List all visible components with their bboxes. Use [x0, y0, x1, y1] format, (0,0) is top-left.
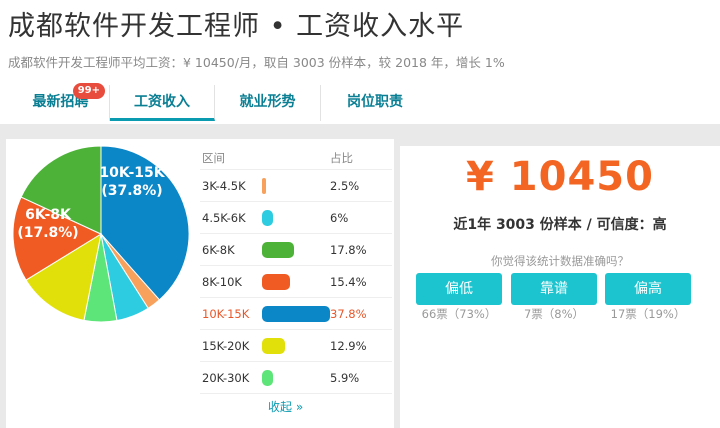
percent-value: 15.4%	[330, 274, 367, 289]
percent-bar	[262, 337, 286, 354]
table-header: 区间 占比	[200, 146, 392, 170]
vote-high-count: 17票（19%）	[610, 307, 686, 321]
vote-low-count: 66票（73%）	[421, 307, 497, 321]
sample-info: 近1年 3003 份样本 / 可信度：高	[453, 217, 667, 233]
vote-high-button[interactable]: 偏高	[605, 273, 691, 305]
tab-employment[interactable]: 就业形势	[215, 85, 321, 121]
tab-responsibilities[interactable]: 岗位职责	[321, 85, 429, 121]
pie-label-percent: (37.8%)	[101, 183, 162, 199]
bar-cell	[262, 177, 330, 194]
percent-value: 6%	[330, 210, 349, 225]
job-count-badge: 99+	[72, 83, 105, 99]
table-row: 8K-10K 15.4%	[200, 266, 392, 298]
range-label: 15K-20K	[202, 338, 250, 353]
page-subtitle: 成都软件开发工程师平均工资：¥ 10450/月，取自 3003 份样本，较 20…	[8, 55, 505, 70]
percent-value: 12.9%	[330, 338, 367, 353]
bar-cell	[262, 369, 330, 386]
page-header: 成都软件开发工程师 • 工资收入水平 成都软件开发工程师平均工资：¥ 10450…	[0, 0, 720, 124]
range-label: 20K-30K	[202, 370, 250, 385]
range-label: 4.5K-6K	[202, 210, 246, 225]
tab-label: 就业形势	[239, 94, 296, 110]
table-row: 4.5K-6K 6%	[200, 202, 392, 234]
table-row: 15K-20K 12.9%	[200, 330, 392, 362]
accuracy-question: 你觉得该统计数据准确吗？	[491, 254, 629, 268]
tab-label: 岗位职责	[347, 94, 403, 110]
bar-cell	[262, 305, 330, 322]
bar-cell	[262, 273, 330, 290]
pie-svg: 10K-15K (37.8%) 6K-8K (17.8%)	[12, 145, 190, 323]
percent-bar	[262, 241, 295, 258]
range-label: 6K-8K	[202, 242, 235, 257]
table-row: 3K-4.5K 2.5%	[200, 170, 392, 202]
bar-cell	[262, 209, 330, 226]
percent-column-header: 占比	[330, 150, 353, 165]
table-row: 10K-15K 37.8%	[200, 298, 392, 330]
tab-latest-jobs[interactable]: 最新招聘 99+	[12, 83, 110, 121]
tab-bar: 最新招聘 99+ 工资收入 就业形势 岗位职责	[12, 83, 429, 121]
percent-bar	[262, 369, 273, 386]
vote-accurate-button[interactable]: 靠谱	[511, 273, 597, 305]
range-label: 8K-10K	[202, 274, 242, 289]
salary-distribution-table: 区间 占比 3K-4.5K 2.5% 4.5K-6K 6% 6K-8K 17.8% 8K-1…	[200, 146, 392, 394]
percent-value: 5.9%	[330, 370, 360, 385]
pie-label-range: 10K-15K	[99, 165, 165, 181]
page-title: 成都软件开发工程师 • 工资收入水平	[8, 11, 465, 42]
tab-label: 工资收入	[134, 94, 190, 110]
collapse-link[interactable]: 收起 »	[268, 398, 303, 415]
average-salary: ¥ 10450	[466, 154, 654, 200]
bar-cell	[262, 241, 330, 258]
percent-bar	[262, 209, 273, 226]
vote-accurate-count: 7票（8%）	[523, 307, 585, 321]
percent-value: 2.5%	[330, 178, 360, 193]
range-label: 3K-4.5K	[202, 178, 246, 193]
percent-bar	[262, 273, 290, 290]
percent-value: 17.8%	[330, 242, 367, 257]
table-row: 6K-8K 17.8%	[200, 234, 392, 266]
range-label: 10K-15K	[202, 306, 250, 321]
bar-cell	[262, 337, 330, 354]
pie-label-percent: (17.8%)	[17, 225, 78, 241]
salary-pie-chart: 10K-15K (37.8%) 6K-8K (17.8%)	[6, 139, 196, 329]
pie-label-range: 6K-8K	[25, 207, 72, 223]
vote-low-button[interactable]: 偏低	[416, 273, 502, 305]
table-row: 20K-30K 5.9%	[200, 362, 392, 394]
percent-bar	[262, 177, 267, 194]
range-column-header: 区间	[202, 150, 225, 165]
percent-value: 37.8%	[330, 306, 367, 321]
tab-salary[interactable]: 工资收入	[110, 85, 215, 121]
percent-bar	[262, 305, 330, 322]
